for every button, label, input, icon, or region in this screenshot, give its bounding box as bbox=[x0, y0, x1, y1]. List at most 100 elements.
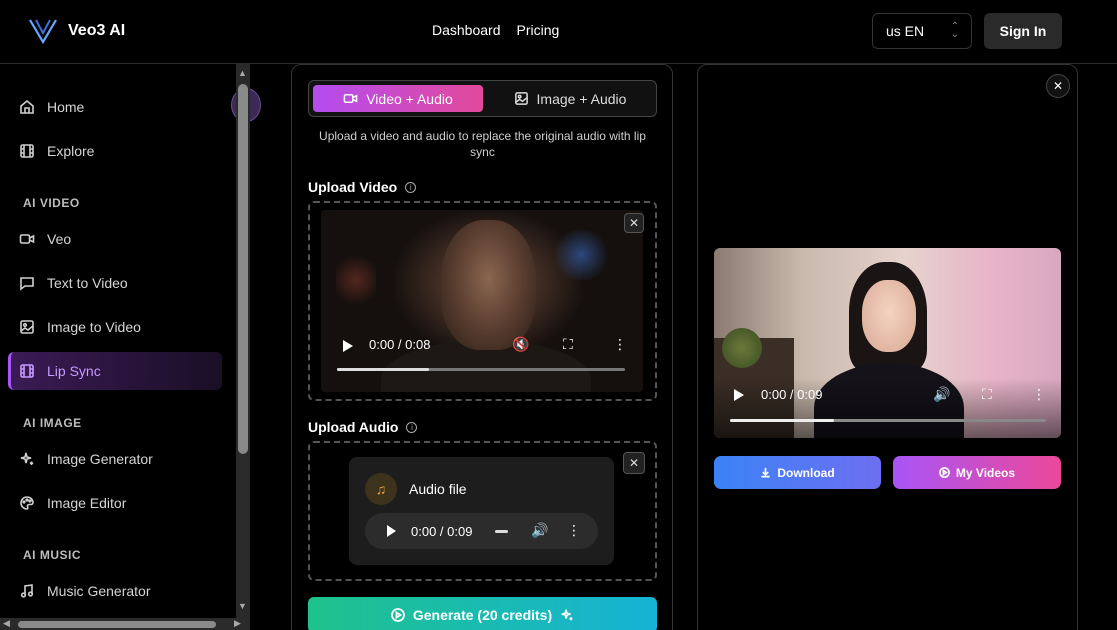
main-nav: Dashboard Pricing bbox=[432, 22, 559, 38]
sidebar-item-explore[interactable]: Explore bbox=[8, 132, 222, 170]
close-result-button[interactable]: ✕ bbox=[1046, 74, 1070, 98]
video-progress-fill bbox=[730, 419, 835, 422]
audio-player[interactable]: 0:00 / 0:09 🔊 ⋮ bbox=[365, 513, 598, 549]
sidebar-item-label: Text to Video bbox=[47, 275, 128, 291]
film-icon bbox=[20, 144, 34, 158]
home-icon bbox=[20, 99, 34, 114]
video-icon bbox=[343, 94, 358, 103]
play-circle-icon bbox=[390, 608, 405, 622]
app-name: Veo3 AI bbox=[68, 22, 126, 39]
lip-sync-editor-panel: Video + Audio Image + Audio Upload a vid… bbox=[291, 64, 673, 630]
more-options-icon[interactable]: ⋮ bbox=[613, 336, 627, 353]
result-panel: ✕ 0:00 / 0:09 🔊 ⛶ ⋮ Download My Videos bbox=[697, 64, 1078, 630]
palette-icon bbox=[20, 496, 34, 510]
image-icon bbox=[20, 320, 34, 334]
volume-icon[interactable]: 🔊 bbox=[933, 386, 950, 403]
veo-logo-icon bbox=[29, 19, 57, 45]
sidebar-item-image-to-video[interactable]: Image to Video bbox=[8, 308, 222, 346]
tab-image-audio[interactable]: Image + Audio bbox=[487, 85, 653, 112]
audio-progress-bar[interactable] bbox=[495, 530, 508, 533]
section-title-ai-video: AI VIDEO bbox=[23, 196, 80, 210]
video-progress-bar[interactable] bbox=[337, 368, 625, 371]
info-icon[interactable]: i bbox=[406, 421, 418, 433]
generate-label: Generate (20 credits) bbox=[412, 607, 553, 623]
sidebar-item-music-generator[interactable]: Music Generator bbox=[8, 572, 222, 610]
scrollbar-thumb[interactable] bbox=[18, 621, 216, 628]
music-note-icon: ♫ bbox=[365, 473, 397, 505]
logo[interactable]: Veo3 AI bbox=[28, 17, 125, 45]
close-icon: ✕ bbox=[1052, 79, 1064, 93]
muted-icon[interactable]: 🔇 bbox=[512, 336, 529, 353]
chevron-updown-icon: ⌃ ⌄ bbox=[950, 21, 959, 40]
fullscreen-icon[interactable]: ⛶ bbox=[563, 336, 573, 353]
sidebar-item-home[interactable]: Home bbox=[8, 88, 222, 126]
nav-pricing[interactable]: Pricing bbox=[517, 22, 560, 38]
play-icon[interactable] bbox=[734, 389, 744, 401]
tab-video-audio[interactable]: Video + Audio bbox=[313, 85, 483, 112]
remove-audio-button[interactable]: ✕ bbox=[623, 452, 645, 474]
language-value: us EN bbox=[886, 23, 925, 39]
more-options-icon[interactable]: ⋮ bbox=[567, 522, 581, 539]
play-icon[interactable] bbox=[343, 340, 353, 352]
sidebar-item-label: Lip Sync bbox=[47, 363, 101, 379]
message-icon bbox=[20, 277, 34, 291]
info-icon[interactable]: i bbox=[405, 181, 417, 193]
sidebar-item-label: Image Editor bbox=[47, 495, 127, 511]
video-frame-light bbox=[336, 250, 376, 310]
play-icon[interactable] bbox=[387, 525, 396, 537]
fullscreen-icon[interactable]: ⛶ bbox=[982, 386, 992, 403]
more-options-icon[interactable]: ⋮ bbox=[1032, 386, 1046, 403]
scroll-left-arrow-icon[interactable]: ◀ bbox=[3, 618, 10, 629]
close-icon: ✕ bbox=[628, 216, 640, 230]
helper-text: Upload a video and audio to replace the … bbox=[319, 129, 646, 159]
top-header: Veo3 AI Dashboard Pricing us EN ⌃ ⌄ Sign … bbox=[0, 0, 1117, 64]
sidebar-item-lip-sync[interactable]: Lip Sync bbox=[8, 352, 222, 390]
upload-video-label-text: Upload Video bbox=[308, 179, 398, 195]
sparkles-icon bbox=[20, 452, 34, 465]
sidebar: Home Explore AI VIDEO Veo Text to Video … bbox=[0, 64, 236, 630]
sidebar-item-image-generator[interactable]: Image Generator bbox=[8, 440, 222, 478]
uploaded-video-player[interactable]: 0:00 / 0:08 🔇 ⛶ ⋮ bbox=[321, 210, 643, 392]
generate-button[interactable]: Generate (20 credits) bbox=[308, 597, 657, 630]
sidebar-item-veo[interactable]: Veo bbox=[8, 220, 222, 258]
audio-file-title: Audio file bbox=[409, 481, 467, 497]
sidebar-horizontal-scrollbar[interactable]: ◀ ▶ bbox=[0, 618, 250, 630]
sidebar-item-image-editor[interactable]: Image Editor bbox=[8, 484, 222, 522]
sidebar-item-text-to-video[interactable]: Text to Video bbox=[8, 264, 222, 302]
scroll-up-arrow-icon[interactable]: ▲ bbox=[238, 68, 247, 78]
sidebar-item-label: Explore bbox=[47, 143, 95, 159]
video-time: 0:00 / 0:09 bbox=[761, 387, 823, 402]
film-icon bbox=[20, 364, 34, 378]
download-label: Download bbox=[777, 465, 835, 480]
result-video-player[interactable]: 0:00 / 0:09 🔊 ⛶ ⋮ bbox=[714, 248, 1061, 438]
video-progress-bar[interactable] bbox=[730, 419, 1046, 422]
video-frame-face bbox=[862, 280, 916, 352]
sidebar-item-label: Image to Video bbox=[47, 319, 141, 335]
scrollbar-thumb[interactable] bbox=[238, 84, 248, 454]
upload-audio-label-text: Upload Audio bbox=[308, 419, 399, 435]
play-circle-icon bbox=[939, 467, 950, 478]
image-icon bbox=[514, 92, 528, 105]
video-frame-plant bbox=[722, 328, 762, 368]
language-select[interactable]: us EN ⌃ ⌄ bbox=[872, 13, 972, 49]
video-progress-fill bbox=[337, 368, 430, 371]
close-icon: ✕ bbox=[628, 456, 640, 470]
remove-video-button[interactable]: ✕ bbox=[624, 213, 644, 233]
sidebar-item-label: Veo bbox=[47, 231, 72, 247]
scroll-down-arrow-icon[interactable]: ▼ bbox=[238, 601, 247, 611]
sparkles-icon bbox=[561, 609, 573, 621]
tab-label: Image + Audio bbox=[536, 90, 627, 107]
section-title-ai-image: AI IMAGE bbox=[23, 416, 82, 430]
audio-time: 0:00 / 0:09 bbox=[411, 524, 473, 539]
video-time: 0:00 / 0:08 bbox=[369, 337, 431, 352]
volume-icon[interactable]: 🔊 bbox=[531, 522, 548, 539]
download-button[interactable]: Download bbox=[714, 456, 881, 489]
scroll-right-arrow-icon[interactable]: ▶ bbox=[234, 618, 241, 629]
nav-dashboard[interactable]: Dashboard bbox=[432, 22, 501, 38]
my-videos-button[interactable]: My Videos bbox=[893, 456, 1061, 489]
tab-label: Video + Audio bbox=[366, 90, 453, 107]
audio-file-card: ♫ Audio file 0:00 / 0:09 🔊 ⋮ bbox=[349, 457, 614, 565]
sidebar-vertical-scrollbar[interactable]: ▲ ▼ bbox=[236, 64, 250, 618]
upload-audio-label: Upload Audio i bbox=[308, 419, 418, 435]
sign-in-button[interactable]: Sign In bbox=[984, 13, 1062, 49]
